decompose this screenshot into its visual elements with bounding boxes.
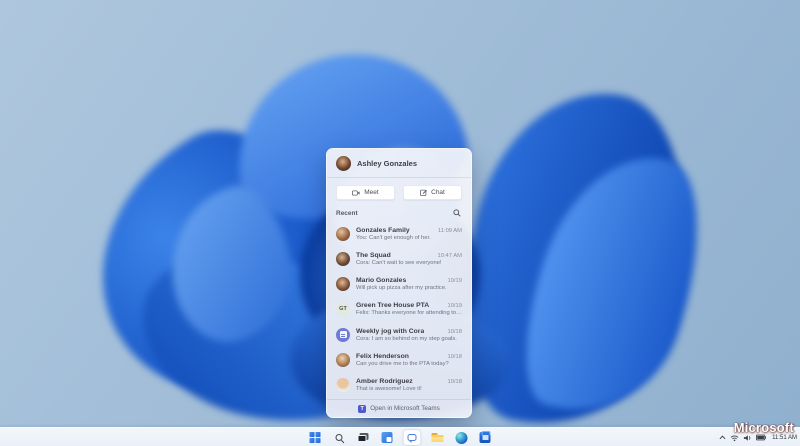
chat-item-text: Felix Henderson 10/18 Can you drive me t… — [356, 353, 462, 367]
start-button[interactable] — [308, 430, 323, 445]
chat-flyout-panel: Ashley Gonzales Meet Chat Recent Gonzale… — [326, 148, 472, 418]
search-button[interactable] — [332, 430, 347, 445]
chat-name: The Squad — [356, 251, 391, 259]
chat-timestamp: 10/19 — [447, 303, 462, 310]
chat-timestamp: 10/18 — [447, 328, 462, 335]
chat-bubble-icon — [407, 434, 417, 443]
chat-timestamp: 10:47 AM — [437, 252, 463, 259]
chat-list: Gonzales Family 11:09 AM You: Can't get … — [327, 220, 471, 399]
user-avatar[interactable] — [336, 156, 351, 171]
chat-list-item[interactable]: GT Green Tree House PTA 10/19 Felix: Tha… — [327, 297, 471, 322]
taskbar-center-icons — [308, 428, 493, 446]
chat-avatar — [336, 327, 350, 342]
chat-panel-header: Ashley Gonzales — [327, 149, 471, 177]
windows-logo-icon — [309, 432, 321, 443]
chat-avatar — [336, 251, 350, 266]
chat-timestamp: 11:09 AM — [437, 227, 462, 234]
chat-list-item[interactable]: Gonzales Family 11:09 AM You: Can't get … — [327, 221, 471, 246]
meet-button[interactable]: Meet — [336, 185, 395, 200]
compose-chat-icon — [420, 189, 428, 196]
store-button[interactable] — [478, 430, 493, 445]
meet-button-label: Meet — [364, 189, 379, 196]
chat-message-preview: Felix: Thanks everyone for attending tod… — [356, 310, 462, 317]
task-view-button[interactable] — [356, 430, 371, 445]
chat-item-text: Green Tree House PTA 10/19 Felix: Thanks… — [356, 302, 462, 316]
chat-timestamp: 10/18 — [447, 379, 462, 386]
folder-icon — [431, 433, 443, 442]
system-tray: 11:51 AM — [719, 428, 797, 446]
taskbar-clock[interactable]: 11:51 AM — [770, 435, 797, 441]
recent-header: Recent — [327, 204, 471, 220]
user-name: Ashley Gonzales — [357, 159, 418, 168]
chat-avatar — [336, 353, 350, 368]
widgets-button[interactable] — [380, 430, 395, 445]
chat-name: Amber Rodriguez — [356, 378, 413, 386]
desktop: Ashley Gonzales Meet Chat Recent Gonzale… — [0, 0, 800, 446]
chat-timestamp: 10/18 — [447, 354, 462, 361]
chat-avatar — [336, 277, 350, 292]
volume-icon[interactable] — [743, 434, 752, 442]
chat-timestamp: 10/19 — [447, 278, 462, 285]
widgets-icon — [381, 432, 393, 443]
wifi-icon[interactable] — [730, 434, 739, 442]
chat-list-item[interactable]: Mario Gonzales 10/19 Will pick up pizza … — [327, 272, 471, 297]
chat-list-item[interactable]: Weekly jog with Cora 10/18 Cora: I am so… — [327, 322, 471, 347]
chat-avatar: GT — [336, 302, 350, 317]
chat-name: Felix Henderson — [356, 353, 409, 361]
chat-button[interactable]: Chat — [403, 185, 462, 200]
chevron-up-icon[interactable] — [719, 435, 726, 440]
chat-name: Mario Gonzales — [356, 277, 407, 285]
search-icon — [335, 434, 343, 441]
chat-item-text: Weekly jog with Cora 10/18 Cora: I am so… — [356, 328, 462, 342]
chat-list-item[interactable]: Amber Rodriguez 10/18 That is awesome! L… — [327, 373, 471, 398]
chat-item-text: Amber Rodriguez 10/18 That is awesome! L… — [356, 378, 462, 392]
chat-avatar — [336, 378, 350, 393]
chat-message-preview: You: Can't get enough of her. — [356, 234, 431, 241]
edge-browser-icon — [455, 431, 467, 444]
chat-message-preview: Will pick up pizza after my practice. — [356, 285, 447, 292]
edge-button[interactable] — [454, 430, 469, 445]
task-view-icon — [357, 433, 369, 442]
chat-item-text: Gonzales Family 11:09 AM You: Can't get … — [356, 227, 462, 241]
chat-item-text: The Squad 10:47 AM Cora: Can't wait to s… — [356, 252, 462, 266]
chat-name: Weekly jog with Cora — [356, 327, 425, 335]
battery-icon[interactable] — [756, 434, 767, 441]
chat-message-preview: Cora: I am so behind on my step goals. — [356, 335, 457, 342]
chat-name: Gonzales Family — [356, 226, 410, 234]
chat-item-text: Mario Gonzales 10/19 Will pick up pizza … — [356, 277, 462, 291]
file-explorer-button[interactable] — [430, 430, 445, 445]
chat-taskbar-button-active[interactable] — [403, 430, 421, 445]
chat-list-item[interactable]: The Squad 10:47 AM Cora: Can't wait to s… — [327, 246, 471, 271]
chat-avatar — [336, 226, 350, 241]
chat-name: Green Tree House PTA — [356, 302, 430, 310]
microsoft-store-icon — [479, 430, 491, 443]
open-in-teams-label: Open in Microsoft Teams — [370, 405, 440, 412]
chat-message-preview: Cora: Can't wait to see everyone! — [356, 259, 442, 266]
chat-button-label: Chat — [431, 189, 445, 196]
quick-actions: Meet Chat — [327, 178, 471, 204]
video-camera-icon — [352, 189, 360, 196]
taskbar: 11:51 AM — [0, 427, 800, 446]
recent-label: Recent — [336, 209, 358, 217]
chat-list-item[interactable]: Felix Henderson 10/18 Can you drive me t… — [327, 347, 471, 372]
chat-message-preview: That is awesome! Love it! — [356, 386, 422, 393]
open-in-teams-button[interactable]: T Open in Microsoft Teams — [327, 399, 471, 417]
search-icon[interactable] — [452, 208, 462, 218]
chat-message-preview: Can you drive me to the PTA today? — [356, 361, 449, 368]
teams-icon: T — [358, 404, 367, 413]
